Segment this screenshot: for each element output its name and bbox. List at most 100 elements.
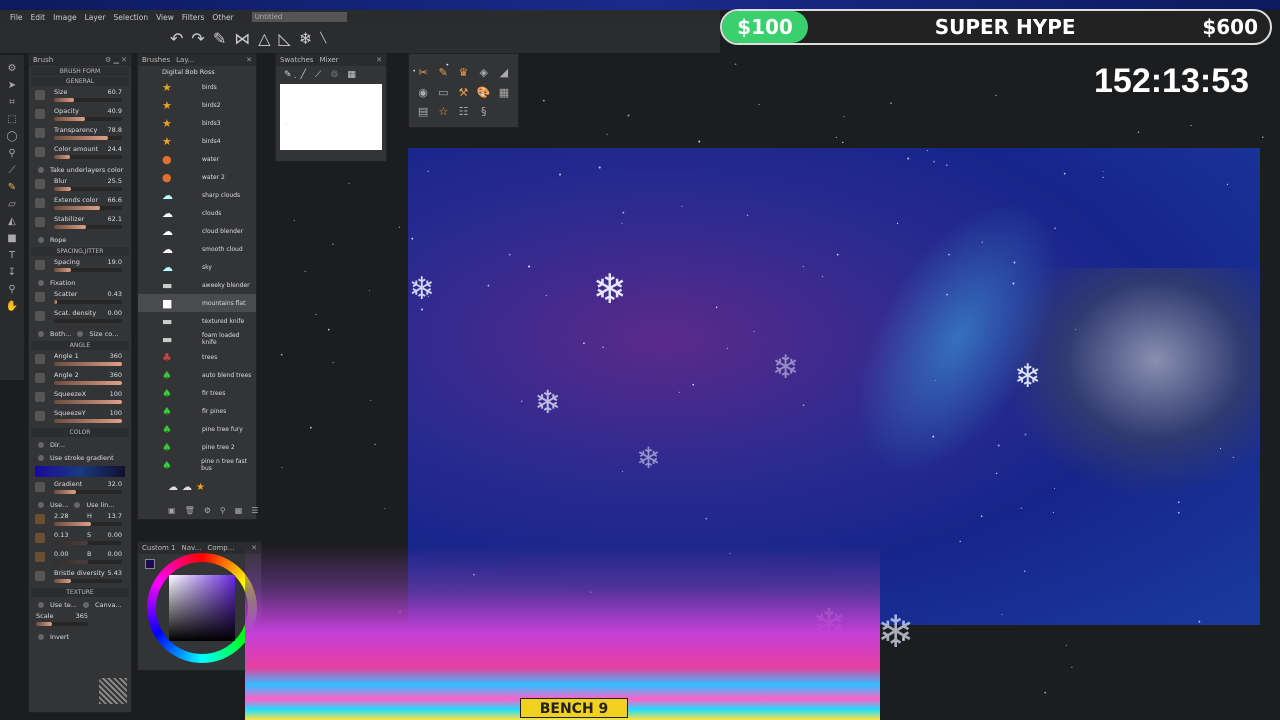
slider-hsb-s[interactable]: 0.13 S 0.00 <box>32 530 128 549</box>
mixer-knife-icon[interactable]: ╱ <box>301 70 306 80</box>
eraser-icon[interactable]: ▱ <box>8 199 16 210</box>
hammer-icon[interactable]: ⚒ <box>453 86 473 106</box>
rect-select-icon[interactable]: ⬚ <box>7 114 16 125</box>
brush-item[interactable]: ☁ smooth cloud <box>138 240 256 258</box>
pressure-icon[interactable] <box>35 217 45 227</box>
slider-color-amount[interactable]: Color amount 24.4 <box>32 144 128 163</box>
take-underlayers-option[interactable]: Take underlayers color <box>32 163 128 176</box>
slider-extends-color[interactable]: Extends color 66.6 <box>32 195 128 214</box>
section-brush-form[interactable]: BRUSH FORM <box>31 67 129 76</box>
slider-track[interactable] <box>54 225 122 229</box>
tab-swatches[interactable]: Swatches <box>280 56 313 64</box>
pressure-icon[interactable] <box>35 128 45 138</box>
slider-angle-2[interactable]: Angle 2 360 <box>32 370 128 389</box>
slider-size[interactable]: Size 60.7 <box>32 87 128 106</box>
brush-item[interactable]: ● water 2 <box>138 168 256 186</box>
hand-icon[interactable]: ✋ <box>6 301 18 312</box>
rope-option[interactable]: Rope <box>32 233 128 246</box>
crop-icon[interactable]: ⌗ <box>9 97 15 108</box>
brush-item[interactable]: ▬ foam loaded knife <box>138 330 256 348</box>
wand-icon[interactable]: ⚲ <box>8 148 15 159</box>
brush-item[interactable]: ★ birds2 <box>138 96 256 114</box>
fill-icon[interactable]: ◭ <box>8 216 16 227</box>
crown-icon[interactable]: ♛ <box>453 66 473 86</box>
tab-brushes[interactable]: Brushes <box>142 56 170 64</box>
current-color-swatch[interactable] <box>145 559 155 569</box>
pressure-icon[interactable] <box>35 147 45 157</box>
pressure-icon[interactable] <box>35 90 45 100</box>
stroke-gradient-option[interactable]: Use stroke gradient <box>32 451 128 464</box>
settings-icon[interactable]: ⚙ <box>204 506 211 515</box>
move-icon[interactable]: ➤ <box>8 80 16 91</box>
brush-item[interactable]: ▬ aweeky blender <box>138 276 256 294</box>
star-preset-icon[interactable]: ★ <box>196 482 205 493</box>
brush-set-name[interactable]: Digital Bob Ross <box>138 66 256 78</box>
use-option[interactable]: Use... Use lin... <box>32 498 128 511</box>
pen-icon[interactable]: ╲ <box>320 33 326 44</box>
both-option[interactable]: Both... Size co... <box>32 327 128 340</box>
search-icon[interactable]: ⚲ <box>220 506 226 515</box>
ruler-icon[interactable]: ◺ <box>279 29 291 48</box>
menu-filters[interactable]: Filters <box>182 13 204 22</box>
mandala-icon[interactable]: ❄ <box>299 29 312 48</box>
close-icon[interactable]: ⚙ ▁ ✕ <box>105 56 127 64</box>
tab-composition[interactable]: Comp... <box>207 544 234 552</box>
close-icon[interactable]: ✕ <box>246 56 252 64</box>
slider-hsb-h[interactable]: 2.28 H 13.7 <box>32 511 128 530</box>
mixer-clear-icon[interactable]: ♲ <box>330 70 338 80</box>
brush-settings-icon[interactable]: ✎ <box>433 66 453 86</box>
slider-squeezex[interactable]: SqueezeX 100 <box>32 389 128 408</box>
pressure-icon[interactable] <box>35 311 45 321</box>
tab-navigator[interactable]: Nav... <box>182 544 202 552</box>
mirror-icon[interactable]: ⋈ <box>234 29 250 48</box>
slider-track[interactable] <box>54 136 122 140</box>
brush-icon[interactable]: ✎ <box>213 29 226 48</box>
scale-slider[interactable]: Scale 365 <box>32 611 94 630</box>
settings-icon[interactable]: ⚙ <box>8 63 17 74</box>
section-angle[interactable]: ANGLE <box>31 341 129 350</box>
slider-opacity[interactable]: Opacity 40.9 <box>32 106 128 125</box>
palette-icon[interactable]: 🎨 <box>474 86 494 106</box>
mixer-canvas[interactable] <box>280 84 382 150</box>
section-color[interactable]: COLOR <box>31 428 129 437</box>
slider-stabilizer[interactable]: Stabilizer 62.1 <box>32 214 128 233</box>
slider-track[interactable] <box>54 319 122 323</box>
grid-icon[interactable]: ▦ <box>494 86 514 106</box>
slider-hsb-b[interactable]: 0.00 B 0.00 <box>32 549 128 568</box>
brush-item[interactable]: ♠ fir pines <box>138 402 256 420</box>
pressure-icon[interactable] <box>35 179 45 189</box>
layers-icon[interactable]: ◈ <box>474 66 494 86</box>
menu-other[interactable]: Other <box>212 13 233 22</box>
cloud-preset-icon[interactable]: ☁ <box>182 482 192 493</box>
undo-icon[interactable]: ↶ <box>170 29 183 48</box>
zoom-icon[interactable]: ⚲ <box>8 284 15 295</box>
list-icon[interactable]: ☷ <box>453 105 473 125</box>
brush-item[interactable]: ☁ sharp clouds <box>138 186 256 204</box>
slider-gradient[interactable]: Gradient 32.0 <box>32 479 128 498</box>
notes-icon[interactable]: ▤ <box>413 105 433 125</box>
saturation-value-square[interactable] <box>169 575 235 641</box>
slider-spacing[interactable]: Spacing 19.0 <box>32 257 128 276</box>
close-icon[interactable]: ✕ <box>376 56 382 64</box>
slider-scat-density[interactable]: Scat. density 0.00 <box>32 308 128 327</box>
dir-option[interactable]: Dir... <box>32 438 128 451</box>
grid-view-icon[interactable]: ▦ <box>235 506 243 515</box>
tools-icon[interactable]: ✂ <box>413 66 433 86</box>
pressure-icon[interactable] <box>35 292 45 302</box>
slider-track[interactable] <box>54 206 122 210</box>
menu-layer[interactable]: Layer <box>85 13 106 22</box>
fixation-option[interactable]: Fixation <box>32 276 128 289</box>
color-wheel[interactable] <box>147 553 257 663</box>
slider-track[interactable] <box>54 400 122 404</box>
slider-track[interactable] <box>54 300 122 304</box>
slider-track[interactable] <box>54 381 122 385</box>
slider-track[interactable] <box>54 98 122 102</box>
mixer-swatch-icon[interactable]: ▦ <box>347 70 356 80</box>
menu-edit[interactable]: Edit <box>31 13 46 22</box>
lasso-icon[interactable]: ◯ <box>6 131 17 142</box>
slider-squeezey[interactable]: SqueezeY 100 <box>32 408 128 427</box>
pressure-icon[interactable] <box>35 411 45 421</box>
gradient-swatch[interactable] <box>35 466 125 477</box>
redo-icon[interactable]: ↷ <box>191 29 204 48</box>
pressure-icon[interactable] <box>35 373 45 383</box>
